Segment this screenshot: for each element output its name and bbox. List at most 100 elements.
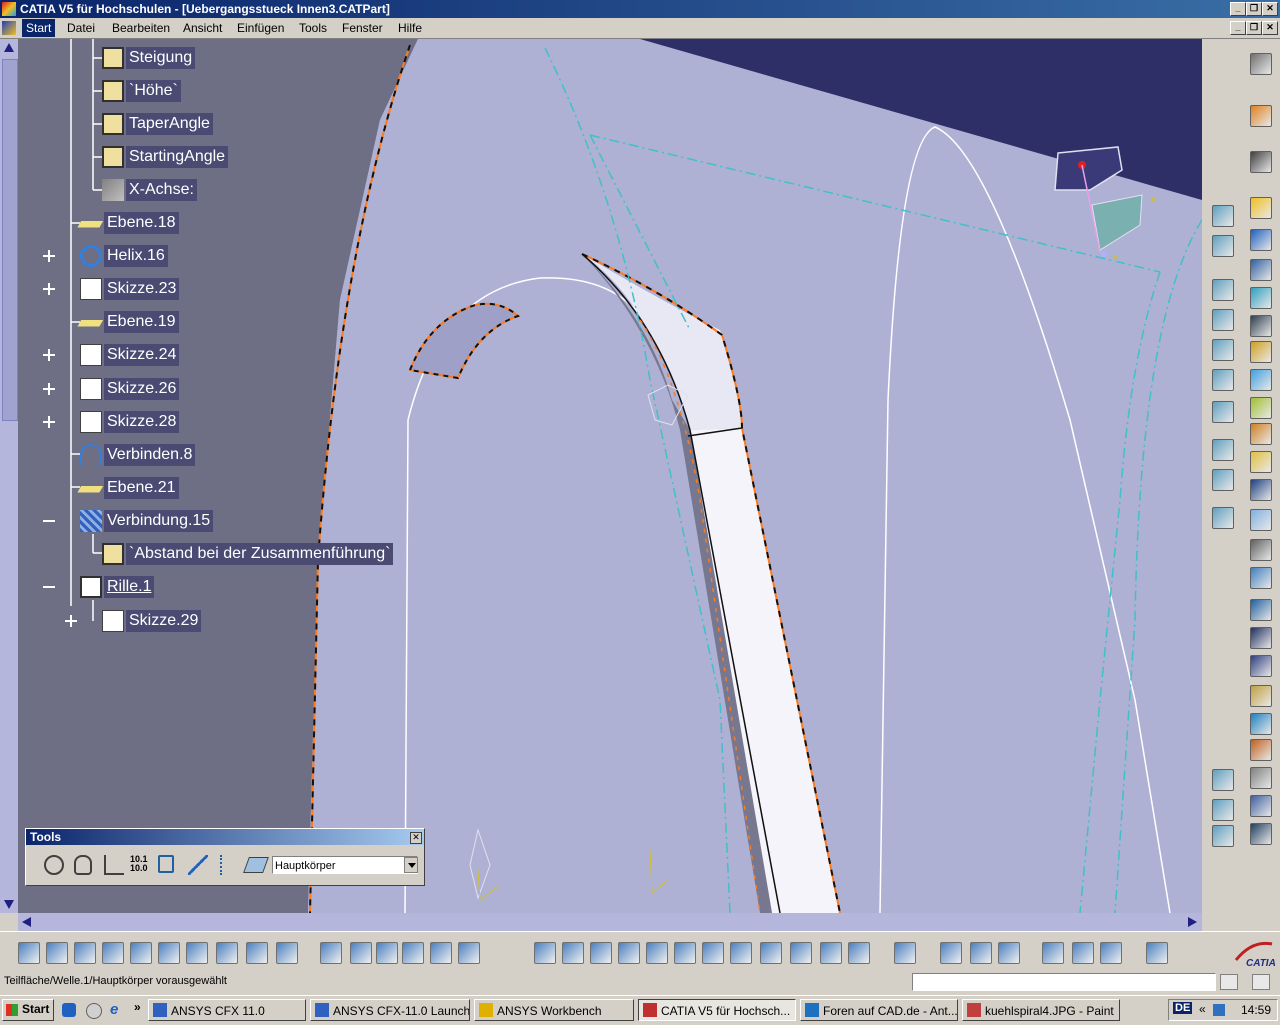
table-icon[interactable] xyxy=(402,942,424,964)
expand-icon[interactable] xyxy=(65,615,77,627)
menu-tools[interactable]: Tools xyxy=(299,21,327,35)
gear-icon[interactable] xyxy=(1250,53,1272,75)
knowledge-icon[interactable] xyxy=(376,942,398,964)
body-select-arrow[interactable] xyxy=(404,857,418,873)
tree-node[interactable]: Skizze.29 xyxy=(102,610,202,632)
menu-start[interactable]: Start xyxy=(22,19,56,37)
compass-icon[interactable] xyxy=(1250,823,1272,845)
material-icon[interactable] xyxy=(998,942,1020,964)
scroll-left-arrow[interactable] xyxy=(22,917,31,927)
open-icon[interactable] xyxy=(46,942,68,964)
comment-icon[interactable] xyxy=(350,942,372,964)
network-icon[interactable] xyxy=(1213,1004,1225,1016)
hide-show-icon[interactable] xyxy=(790,942,812,964)
document-icon[interactable] xyxy=(2,21,16,35)
tree-node[interactable]: `Höhe` xyxy=(102,80,181,102)
plane-icon[interactable] xyxy=(1250,685,1272,707)
collapse-icon[interactable] xyxy=(43,581,55,593)
param-icon[interactable] xyxy=(458,942,480,964)
menu-fenster[interactable]: Fenster xyxy=(342,21,383,35)
catia-app-icon[interactable] xyxy=(2,2,16,16)
render-icon[interactable] xyxy=(1212,769,1234,791)
thread-icon[interactable] xyxy=(1250,539,1272,561)
select-arrow-icon[interactable] xyxy=(1250,105,1272,127)
render-style-icon[interactable] xyxy=(848,942,870,964)
pattern-icon[interactable] xyxy=(1250,567,1272,589)
point-icon[interactable] xyxy=(1250,627,1272,649)
doc-restore-button[interactable]: ❐ xyxy=(1246,21,1262,35)
redo-icon[interactable] xyxy=(246,942,268,964)
tree-node[interactable]: Verbindung.15 xyxy=(80,510,214,532)
normal-view-icon[interactable] xyxy=(702,942,724,964)
thickness-icon[interactable] xyxy=(1250,509,1272,531)
command-input[interactable] xyxy=(912,973,1216,991)
3d-viewport[interactable]: x z Steigung `Höhe` TaperAngle StartingA… xyxy=(18,39,1202,913)
scale-icon[interactable] xyxy=(1250,599,1272,621)
quicklaunch-ie-icon[interactable]: e xyxy=(110,1002,126,1018)
measure-item-icon[interactable] xyxy=(940,942,962,964)
expand-icon[interactable] xyxy=(43,349,55,361)
tree-node[interactable]: Skizze.26 xyxy=(80,378,180,400)
scroll-thumb[interactable] xyxy=(2,59,18,421)
collapse-icon[interactable] xyxy=(43,515,55,527)
minimize-button[interactable]: _ xyxy=(1230,2,1246,16)
catalog-icon[interactable] xyxy=(1212,205,1234,227)
pocket-icon[interactable] xyxy=(1250,229,1272,251)
expand-icon[interactable] xyxy=(43,283,55,295)
tree-node[interactable]: Ebene.21 xyxy=(73,477,179,499)
measure-inertia-icon[interactable] xyxy=(970,942,992,964)
taskbar-task[interactable]: ANSYS CFX 11.0 xyxy=(148,999,306,1021)
iso-view-icon[interactable] xyxy=(730,942,752,964)
axis-system-icon[interactable] xyxy=(104,855,124,875)
cmd-clear-icon[interactable] xyxy=(1252,974,1270,990)
tree-node[interactable]: Ebene.18 xyxy=(73,212,179,234)
snap-icon[interactable] xyxy=(1250,767,1272,789)
analysis-icon[interactable] xyxy=(1250,739,1272,761)
tree-node[interactable]: X-Achse: xyxy=(102,179,197,201)
tree-node[interactable]: TaperAngle xyxy=(102,113,213,135)
apply-material-icon[interactable] xyxy=(1212,507,1234,529)
tree-icon[interactable] xyxy=(430,942,452,964)
sketcher-icon[interactable] xyxy=(1250,151,1272,173)
paste-icon[interactable] xyxy=(186,942,208,964)
language-indicator[interactable]: DE xyxy=(1173,1002,1193,1014)
knowledge-icon[interactable] xyxy=(1250,713,1272,735)
tree-node[interactable]: `Abstand bei der Zusammenführung` xyxy=(102,543,394,565)
expand-icon[interactable] xyxy=(43,250,55,262)
update-icon[interactable] xyxy=(44,855,64,875)
multi-view-icon[interactable] xyxy=(1212,469,1234,491)
eraser-icon[interactable] xyxy=(243,857,269,873)
tree-node[interactable]: Helix.16 xyxy=(80,245,168,267)
rotate-icon[interactable] xyxy=(618,942,640,964)
part-design-icon[interactable] xyxy=(1100,942,1122,964)
taskbar-task[interactable]: Foren auf CAD.de - Ant... xyxy=(800,999,958,1021)
fillet-icon[interactable] xyxy=(1250,397,1272,419)
tree-node[interactable]: Verbinden.8 xyxy=(80,444,196,466)
list-icon[interactable] xyxy=(220,855,228,875)
tree-node[interactable]: Skizze.24 xyxy=(80,344,180,366)
taskbar-task[interactable]: kuehlspiral4.JPG - Paint xyxy=(962,999,1120,1021)
close-button[interactable]: ✕ xyxy=(1262,2,1278,16)
formula-icon[interactable] xyxy=(320,942,342,964)
copy-icon[interactable] xyxy=(158,942,180,964)
tray-expand-icon[interactable]: « xyxy=(1199,1002,1206,1016)
photo-icon[interactable] xyxy=(1212,799,1234,821)
horizontal-scrollbar[interactable] xyxy=(18,913,1202,931)
drafting-icon[interactable] xyxy=(1212,825,1234,847)
swap-icon[interactable] xyxy=(820,942,842,964)
tools-close-button[interactable]: ✕ xyxy=(410,832,422,844)
pan-icon[interactable] xyxy=(590,942,612,964)
restore-button[interactable]: ❐ xyxy=(1246,2,1262,16)
cut-icon[interactable] xyxy=(130,942,152,964)
scroll-up-arrow[interactable] xyxy=(4,43,14,52)
zoom-out-icon[interactable] xyxy=(674,942,696,964)
work-support-icon[interactable] xyxy=(188,855,208,875)
menu-bearbeiten[interactable]: Bearbeiten xyxy=(112,21,170,35)
tree-node[interactable]: Skizze.28 xyxy=(80,411,180,433)
start-button[interactable]: Start xyxy=(2,999,54,1021)
taskbar-task[interactable]: ANSYS CFX-11.0 Launch... xyxy=(310,999,470,1021)
chamfer-icon[interactable] xyxy=(1250,423,1272,445)
tree-node[interactable]: StartingAngle xyxy=(102,146,229,168)
text-icon[interactable] xyxy=(1212,369,1234,391)
tree-node[interactable]: Rille.1 xyxy=(80,576,155,598)
